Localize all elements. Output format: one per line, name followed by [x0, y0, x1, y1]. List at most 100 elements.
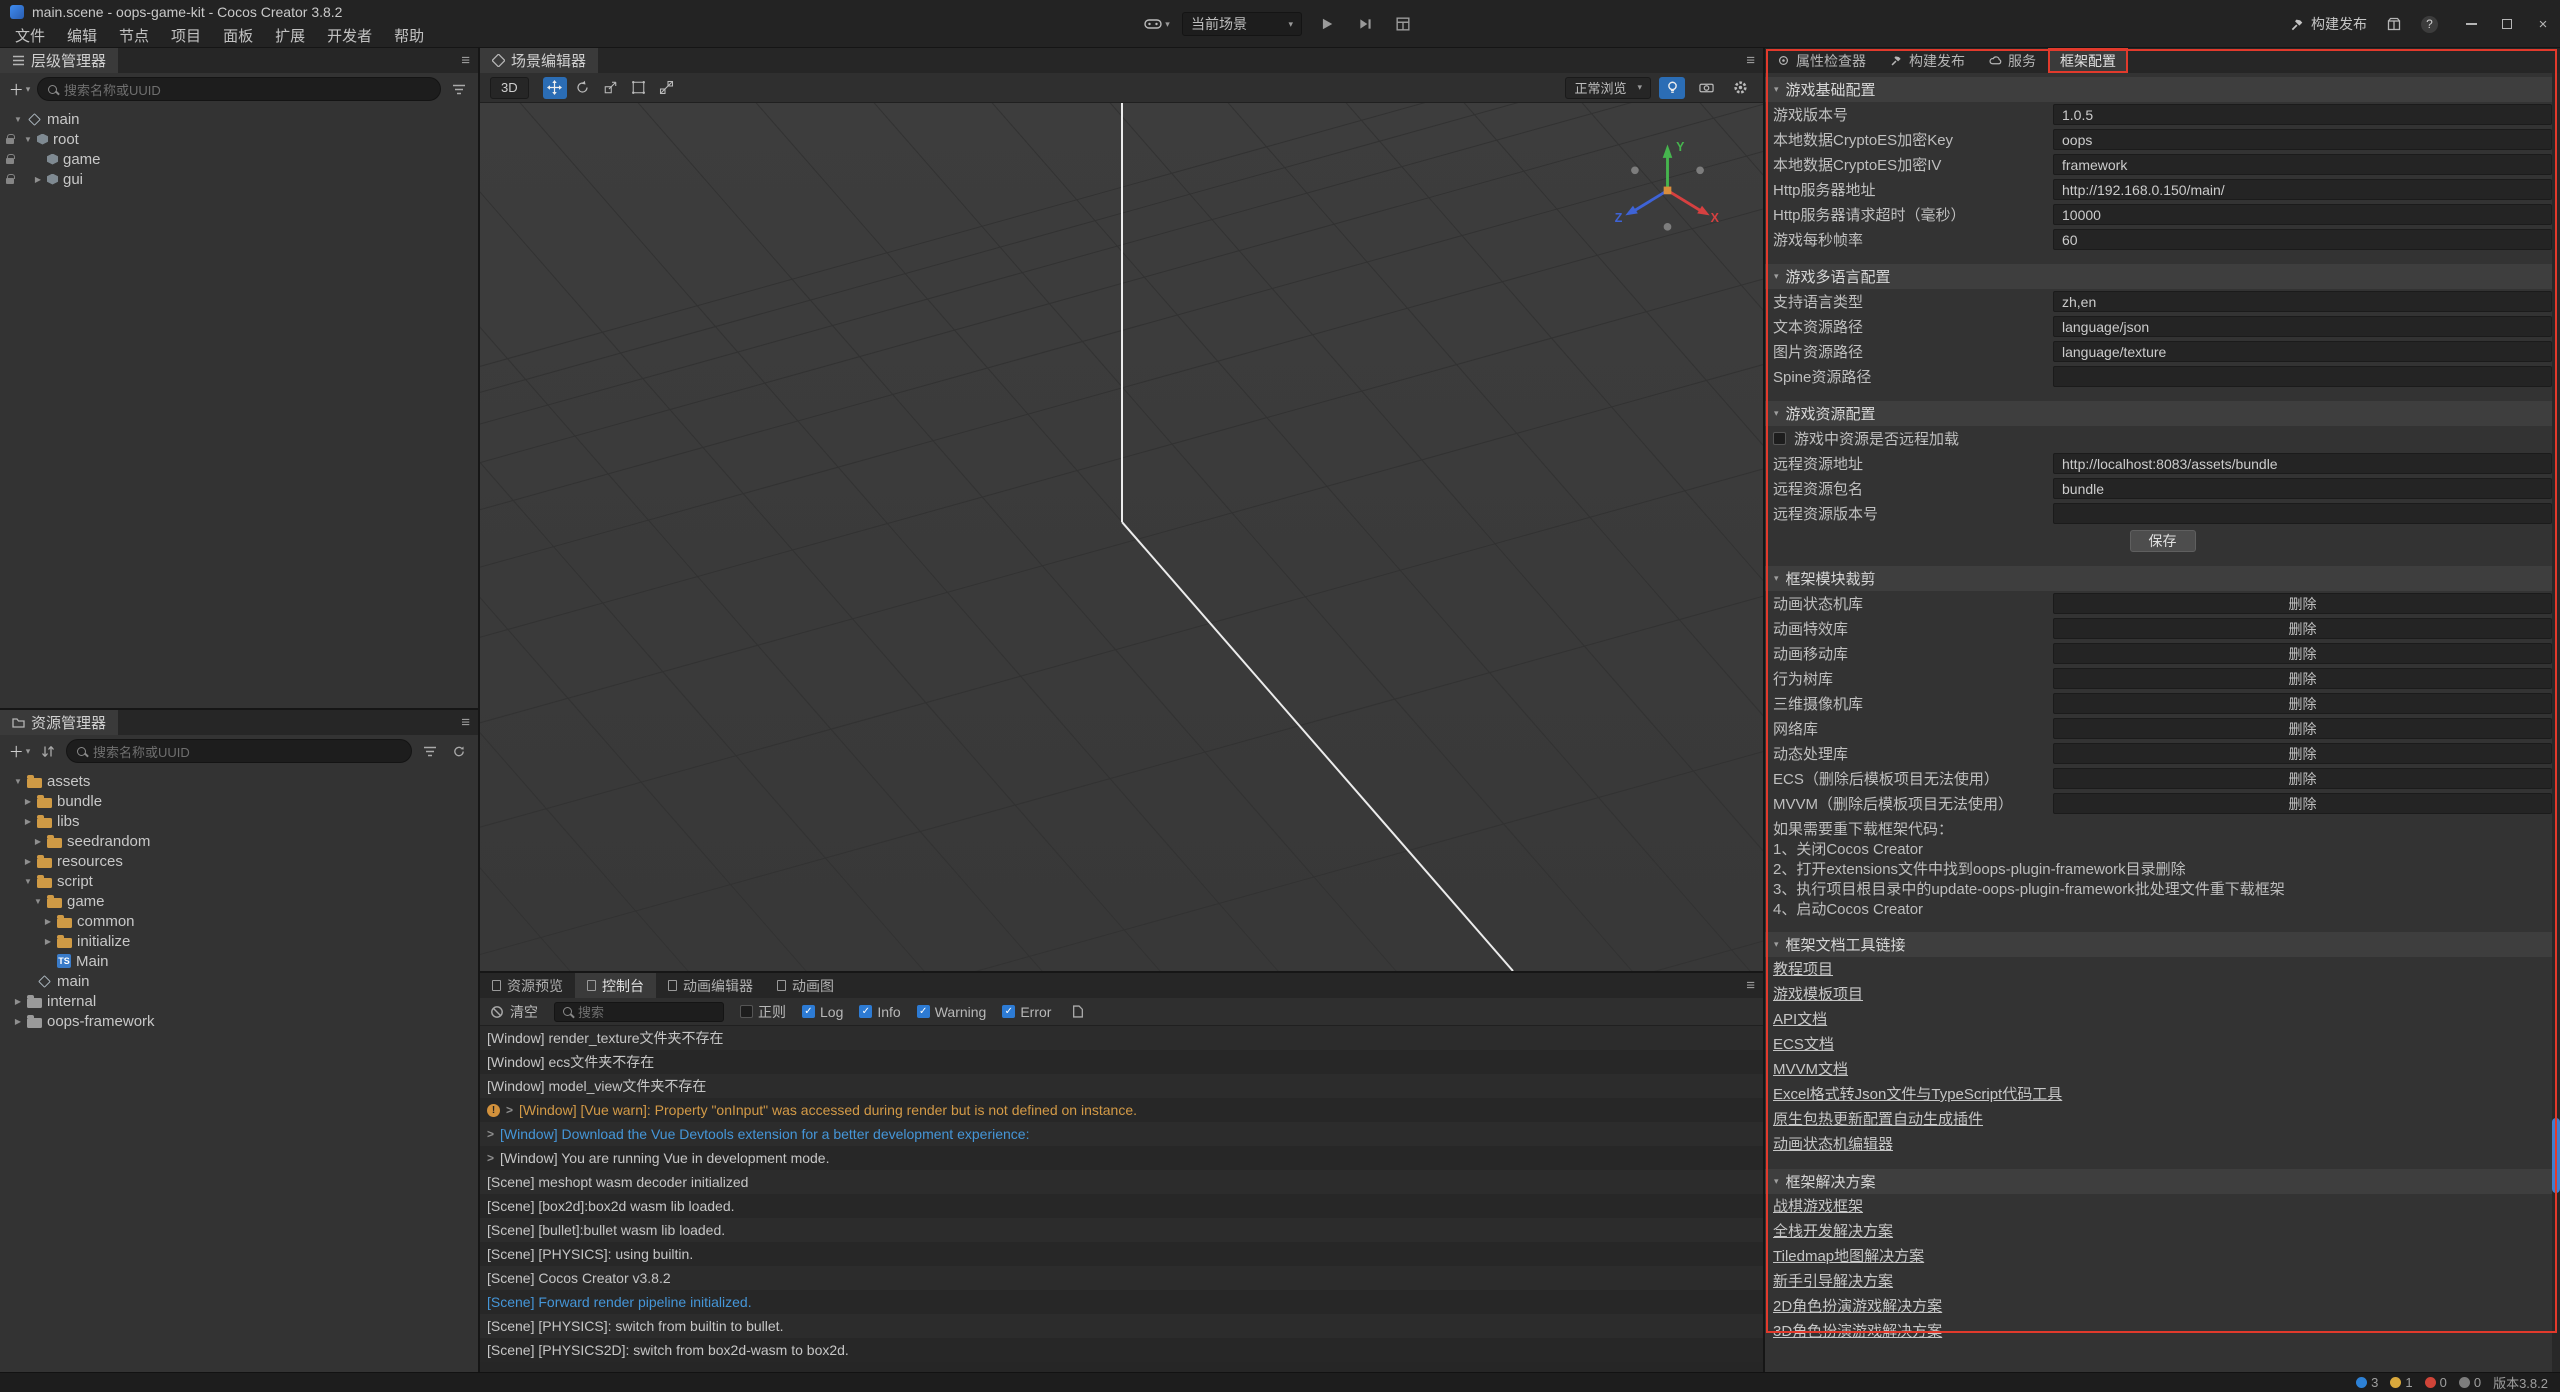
- field-input[interactable]: [2053, 291, 2552, 312]
- rect-tool-button[interactable]: [627, 77, 651, 99]
- log-row[interactable]: [Window] render_texture文件夹不存在: [480, 1026, 1763, 1050]
- collapse-arrow-icon[interactable]: ▼: [22, 877, 34, 886]
- section-res[interactable]: ▾ 游戏资源配置: [1765, 401, 2560, 426]
- expand-arrow-icon[interactable]: ▶: [22, 857, 34, 866]
- log-row[interactable]: >[Window] Download the Vue Devtools exte…: [480, 1122, 1763, 1146]
- inspector-tab[interactable]: 服务: [1977, 48, 2048, 73]
- warning-count-badge[interactable]: 1: [2390, 1375, 2412, 1390]
- move-tool-button[interactable]: [543, 77, 567, 99]
- solution-link[interactable]: 战棋游戏框架: [1773, 1194, 1863, 1219]
- solution-link[interactable]: Tiledmap地图解决方案: [1773, 1244, 1924, 1269]
- expand-arrow-icon[interactable]: ▶: [12, 1017, 24, 1026]
- scene-menu-icon[interactable]: ≡: [1746, 48, 1755, 73]
- scene-viewport[interactable]: Y X Z: [480, 103, 1763, 971]
- tree-item[interactable]: ▶oops-framework: [0, 1011, 478, 1031]
- menu-item[interactable]: 帮助: [383, 25, 435, 46]
- field-input[interactable]: [2053, 341, 2552, 362]
- tree-item[interactable]: ▼script: [0, 871, 478, 891]
- tree-item[interactable]: ▶TSMain: [0, 951, 478, 971]
- hierarchy-filter-icon[interactable]: [448, 78, 470, 100]
- doc-link[interactable]: 教程项目: [1773, 957, 1833, 982]
- console-filter-error[interactable]: ✓Error: [1002, 1004, 1051, 1020]
- log-row[interactable]: [Window] model_view文件夹不存在: [480, 1074, 1763, 1098]
- tree-item[interactable]: ▶common: [0, 911, 478, 931]
- help-icon[interactable]: ?: [2421, 16, 2438, 33]
- hierarchy-menu-icon[interactable]: ≡: [461, 48, 470, 73]
- tree-item[interactable]: ▶initialize: [0, 931, 478, 951]
- tree-item[interactable]: ▶main: [0, 971, 478, 991]
- log-row[interactable]: [Scene] meshopt wasm decoder initialized: [480, 1170, 1763, 1194]
- inspector-tab[interactable]: 构建发布: [1878, 48, 1977, 73]
- field-input[interactable]: [2053, 179, 2552, 200]
- menu-item[interactable]: 面板: [212, 25, 264, 46]
- delete-module-button[interactable]: 删除: [2053, 793, 2552, 814]
- notification-count-badge[interactable]: 0: [2459, 1375, 2481, 1390]
- delete-module-button[interactable]: 删除: [2053, 668, 2552, 689]
- preview-target-icon[interactable]: ▾: [1144, 13, 1170, 35]
- log-row[interactable]: [Scene] [PHYSICS2D]: switch from box2d-w…: [480, 1338, 1763, 1362]
- doc-link[interactable]: API文档: [1773, 1007, 1827, 1032]
- field-input[interactable]: [2053, 316, 2552, 337]
- menu-item[interactable]: 开发者: [316, 25, 383, 46]
- log-row[interactable]: [Scene] [PHYSICS]: switch from builtin t…: [480, 1314, 1763, 1338]
- console-filter-log[interactable]: ✓Log: [802, 1004, 843, 1020]
- menu-item[interactable]: 扩展: [264, 25, 316, 46]
- refresh-icon[interactable]: [448, 740, 470, 762]
- camera-icon[interactable]: [1693, 77, 1719, 99]
- expand-arrow-icon[interactable]: ▶: [42, 917, 54, 926]
- tree-item[interactable]: ▶libs: [0, 811, 478, 831]
- section-solutions[interactable]: ▾ 框架解决方案: [1765, 1169, 2560, 1194]
- console-filter-info[interactable]: ✓Info: [859, 1004, 900, 1020]
- menu-item[interactable]: 编辑: [56, 25, 108, 46]
- doc-link[interactable]: 动画状态机编辑器: [1773, 1132, 1893, 1157]
- assets-filter-icon[interactable]: [419, 740, 441, 762]
- field-input[interactable]: [2053, 453, 2552, 474]
- inspector-tab[interactable]: 框架配置: [2048, 48, 2128, 73]
- clear-console-button[interactable]: 清空: [490, 1002, 538, 1022]
- doc-link[interactable]: 原生包热更新配置自动生成插件: [1773, 1107, 1983, 1132]
- field-input[interactable]: [2053, 104, 2552, 125]
- expand-arrow-icon[interactable]: ▶: [22, 817, 34, 826]
- field-input[interactable]: [2053, 478, 2552, 499]
- expand-chevron-icon[interactable]: >: [487, 1151, 494, 1165]
- field-input[interactable]: [2053, 503, 2552, 524]
- console-filter-warning[interactable]: ✓Warning: [917, 1004, 987, 1020]
- layout-button[interactable]: [1390, 13, 1416, 35]
- solution-link[interactable]: 3D角色扮演游戏解决方案: [1773, 1319, 1942, 1344]
- transform-tool-button[interactable]: [655, 77, 679, 99]
- tree-item[interactable]: ▶gui: [0, 169, 478, 189]
- scrollbar-thumb[interactable]: [2552, 1118, 2560, 1193]
- collapse-arrow-icon[interactable]: ▼: [12, 777, 24, 786]
- maximize-button[interactable]: [2498, 15, 2516, 33]
- remote-load-checkbox[interactable]: [1773, 432, 1786, 445]
- tree-item[interactable]: ▶game: [0, 149, 478, 169]
- delete-module-button[interactable]: 删除: [2053, 593, 2552, 614]
- log-count-badge[interactable]: 3: [2356, 1375, 2378, 1390]
- collapse-arrow-icon[interactable]: ▼: [22, 135, 34, 144]
- tree-item[interactable]: ▶seedrandom: [0, 831, 478, 851]
- play-button[interactable]: [1314, 13, 1340, 35]
- close-button[interactable]: ×: [2534, 15, 2552, 33]
- console-tab[interactable]: 资源预览: [480, 973, 575, 998]
- expand-chevron-icon[interactable]: >: [487, 1127, 494, 1141]
- minimize-button[interactable]: [2462, 15, 2480, 33]
- inspector-tab[interactable]: 属性检查器: [1765, 48, 1878, 73]
- create-asset-button[interactable]: ＋▾: [8, 740, 30, 762]
- hierarchy-tab[interactable]: 层级管理器: [0, 48, 118, 73]
- doc-link[interactable]: ECS文档: [1773, 1032, 1834, 1057]
- expand-chevron-icon[interactable]: >: [506, 1103, 513, 1117]
- collapse-arrow-icon[interactable]: ▼: [12, 115, 24, 124]
- doc-link[interactable]: 游戏模板项目: [1773, 982, 1863, 1007]
- solution-link[interactable]: 新手引导解决方案: [1773, 1269, 1893, 1294]
- log-row[interactable]: [Scene] [bullet]:bullet wasm lib loaded.: [480, 1218, 1763, 1242]
- console-tab[interactable]: 动画图: [765, 973, 846, 998]
- section-docs[interactable]: ▾ 框架文档工具链接: [1765, 932, 2560, 957]
- delete-module-button[interactable]: 删除: [2053, 693, 2552, 714]
- menu-item[interactable]: 节点: [108, 25, 160, 46]
- field-input[interactable]: [2053, 154, 2552, 175]
- scale-tool-button[interactable]: [599, 77, 623, 99]
- assets-search-input[interactable]: 搜索名称或UUID: [66, 739, 412, 763]
- console-tab[interactable]: 动画编辑器: [656, 973, 765, 998]
- save-button[interactable]: 保存: [2130, 530, 2196, 552]
- doc-link[interactable]: MVVM文档: [1773, 1057, 1848, 1082]
